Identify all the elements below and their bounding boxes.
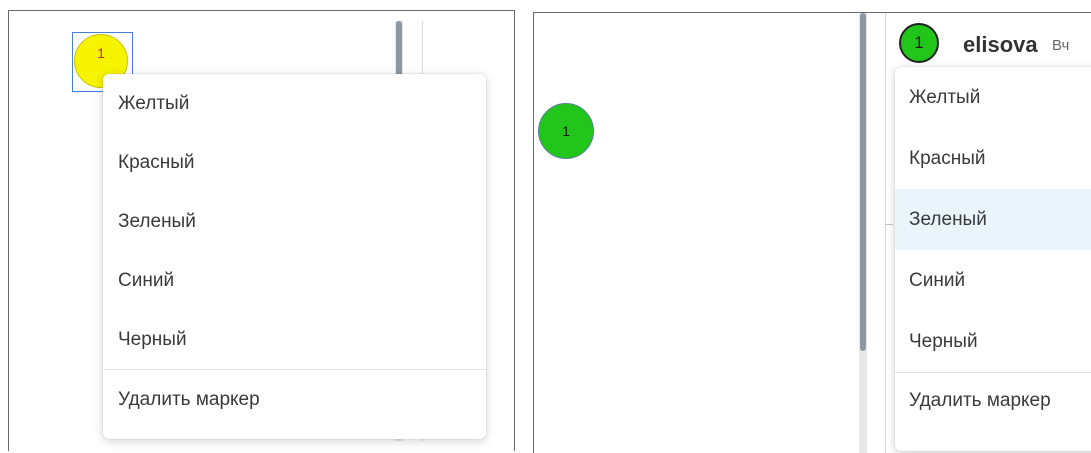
menu-item-red[interactable]: Красный bbox=[103, 133, 486, 192]
menu-item-yellow[interactable]: Желтый bbox=[895, 67, 1091, 128]
marker-label: 1 bbox=[97, 45, 105, 61]
menu-item-delete-marker[interactable]: Удалить маркер bbox=[103, 370, 486, 429]
marker-label: 1 bbox=[562, 123, 570, 139]
menu-item-black[interactable]: Черный bbox=[895, 311, 1091, 372]
menu-item-delete-marker[interactable]: Удалить маркер bbox=[895, 373, 1091, 429]
left-panel: 1 Желтый Красный Зеленый Синий Черный Уд… bbox=[8, 10, 515, 451]
scrollbar-thumb[interactable] bbox=[860, 13, 866, 351]
menu-item-red[interactable]: Красный bbox=[895, 128, 1091, 189]
column-divider bbox=[885, 13, 886, 453]
marker-color-menu: Желтый Красный Зеленый Синий Черный Удал… bbox=[895, 67, 1091, 451]
menu-item-green[interactable]: Зеленый bbox=[103, 192, 486, 251]
marker-color-menu: Желтый Красный Зеленый Синий Черный Удал… bbox=[103, 74, 486, 439]
menu-item-black[interactable]: Черный bbox=[103, 310, 486, 369]
menu-item-yellow[interactable]: Желтый bbox=[103, 74, 486, 133]
marker-green[interactable]: 1 bbox=[538, 103, 594, 159]
menu-item-blue[interactable]: Синий bbox=[103, 251, 486, 310]
right-panel: 1 1 elisova Вч Желтый Красный Зеленый Си… bbox=[533, 12, 1091, 453]
header-marker-green[interactable]: 1 bbox=[899, 23, 939, 63]
message-time: Вч bbox=[1052, 37, 1070, 54]
menu-item-green[interactable]: Зеленый bbox=[895, 189, 1091, 250]
scrollbar-thumb[interactable] bbox=[396, 21, 402, 79]
marker-label: 1 bbox=[914, 33, 924, 52]
tree-connector bbox=[885, 224, 893, 225]
user-name: elisova bbox=[963, 32, 1038, 57]
menu-item-blue[interactable]: Синий bbox=[895, 250, 1091, 311]
